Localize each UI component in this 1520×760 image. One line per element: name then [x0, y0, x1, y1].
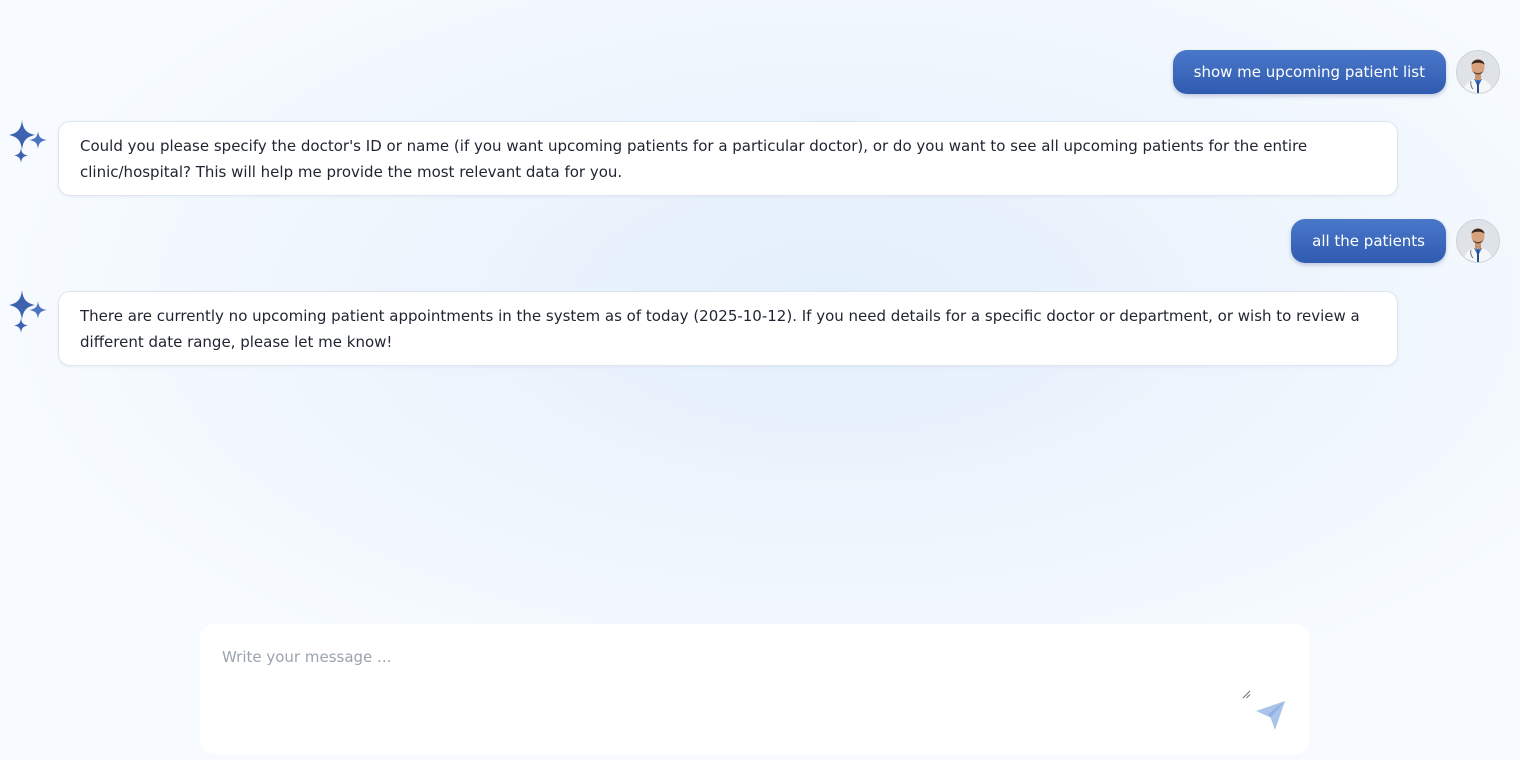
user-message-bubble: all the patients [1291, 219, 1446, 263]
doctor-avatar-icon [1457, 220, 1499, 262]
sparkle-icon [9, 120, 47, 163]
send-button[interactable] [1252, 698, 1288, 732]
message-input[interactable] [222, 648, 1232, 708]
message-composer [200, 624, 1310, 754]
user-message-bubble: show me upcoming patient list [1172, 50, 1446, 94]
user-avatar [1456, 50, 1500, 94]
user-avatar [1456, 219, 1500, 263]
assistant-message: There are currently no upcoming patient … [8, 290, 1398, 366]
send-icon [1256, 701, 1285, 730]
chat-thread: show me upcoming patient list Could you … [0, 0, 1520, 610]
user-message: show me upcoming patient list [1172, 50, 1500, 94]
assistant-message-bubble: There are currently no upcoming patient … [58, 291, 1398, 366]
assistant-message: Could you please specify the doctor's ID… [8, 120, 1398, 196]
assistant-message-bubble: Could you please specify the doctor's ID… [58, 121, 1398, 196]
sparkle-icon [9, 290, 47, 333]
resize-handle-icon[interactable] [1240, 688, 1252, 700]
user-message: all the patients [1291, 219, 1500, 263]
doctor-avatar-icon [1457, 51, 1499, 93]
